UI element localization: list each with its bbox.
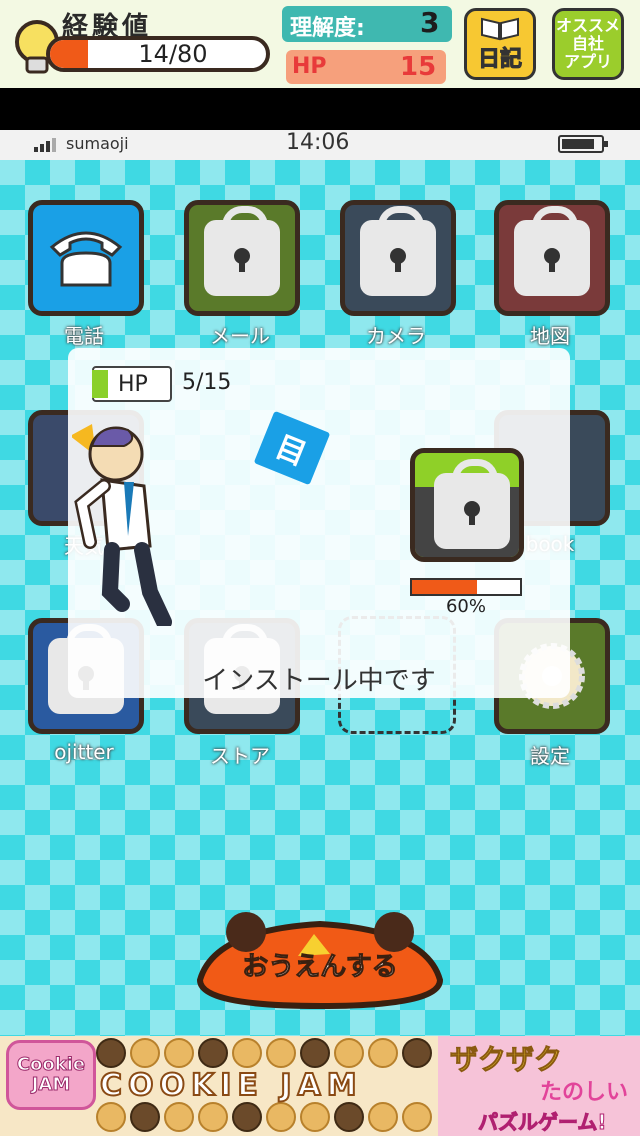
cookie-icon [368, 1102, 398, 1132]
app-card-glyph: 目 [270, 429, 312, 474]
cookie-icon [334, 1102, 364, 1132]
hp-battery-icon [92, 370, 108, 398]
ad-right-line1: ザクザク [449, 1043, 563, 1077]
app-label-ojitter: ojitter [54, 740, 114, 764]
diary-button[interactable]: 日記 [464, 8, 536, 80]
install-percent: 60% [445, 596, 486, 617]
cookie-icon [198, 1038, 228, 1068]
understanding-value: 3 [420, 6, 440, 39]
cookie-icon [164, 1038, 194, 1068]
app-label-mail: メール [210, 324, 270, 348]
telephone-icon [49, 231, 123, 287]
hp-value: 15 [400, 52, 437, 82]
cookie-icon [96, 1102, 126, 1132]
app-map-locked[interactable] [494, 200, 610, 316]
app-label-map: 地図 [530, 324, 570, 348]
cheer-button-label: おうえんする [242, 952, 398, 983]
carrier-name: sumaoji [66, 134, 129, 153]
black-band [0, 88, 640, 130]
lock-icon [514, 206, 590, 296]
dialog-hp-count: 5/15 [182, 370, 232, 395]
understanding-label: 理解度: [290, 16, 365, 41]
cookie-icon [130, 1038, 160, 1068]
app-label-camera: カメラ [366, 324, 426, 348]
apps-button-line3: アプリ [563, 52, 612, 71]
cookie-icon [96, 1038, 126, 1068]
cookie-icon [232, 1102, 262, 1132]
apps-button-line1: オススメ [555, 16, 620, 35]
installing-app-icon [410, 448, 524, 562]
lock-icon [360, 206, 436, 296]
app-label-phone: 電話 [64, 324, 104, 348]
dialog-hp-label: HP [118, 371, 148, 397]
app-label-store: ストア [210, 744, 270, 768]
battery-icon [558, 135, 608, 153]
ad-logo-line1: Cookie [16, 1054, 86, 1075]
recommended-apps-button[interactable]: オススメ 自社 アプリ [552, 8, 624, 80]
hp-label: HP [292, 54, 327, 79]
apps-button-line2: 自社 [571, 34, 604, 53]
status-clock: 14:06 [286, 130, 350, 155]
ad-logo: Cookie JAM [6, 1040, 96, 1110]
lock-icon [204, 206, 280, 296]
salaryman-character [72, 424, 172, 626]
cookie-icon [198, 1102, 228, 1132]
ad-right-line3: パズルゲーム! [478, 1110, 608, 1135]
xp-text: 14/80 [138, 40, 208, 68]
install-progress-fill [412, 580, 477, 594]
app-mail-locked[interactable] [184, 200, 300, 316]
ad-word: COOKIE JAM [99, 1067, 363, 1104]
cookie-icon [402, 1102, 432, 1132]
cookie-icon [368, 1038, 398, 1068]
install-progress-bar [410, 578, 522, 596]
book-icon [481, 17, 519, 41]
cookie-icon [164, 1102, 194, 1132]
cookie-icon [232, 1038, 262, 1068]
cookie-icon [300, 1038, 330, 1068]
cookie-icon [266, 1038, 296, 1068]
ad-right-line2: たのしい [540, 1080, 629, 1105]
cookie-icon [300, 1102, 330, 1132]
cookie-icon [334, 1038, 364, 1068]
app-phone[interactable] [28, 200, 144, 316]
app-camera-locked[interactable] [340, 200, 456, 316]
install-message: インストール中です [202, 666, 436, 696]
cookie-icon [266, 1102, 296, 1132]
ad-logo-line2: JAM [31, 1074, 71, 1095]
signal-icon [34, 138, 56, 152]
cookie-icon [402, 1038, 432, 1068]
lock-icon [434, 459, 510, 549]
cookie-icon [130, 1102, 160, 1132]
diary-button-label: 日記 [477, 47, 522, 73]
xp-bar: 14/80 [46, 36, 270, 72]
app-label-settings: 設定 [530, 744, 570, 768]
